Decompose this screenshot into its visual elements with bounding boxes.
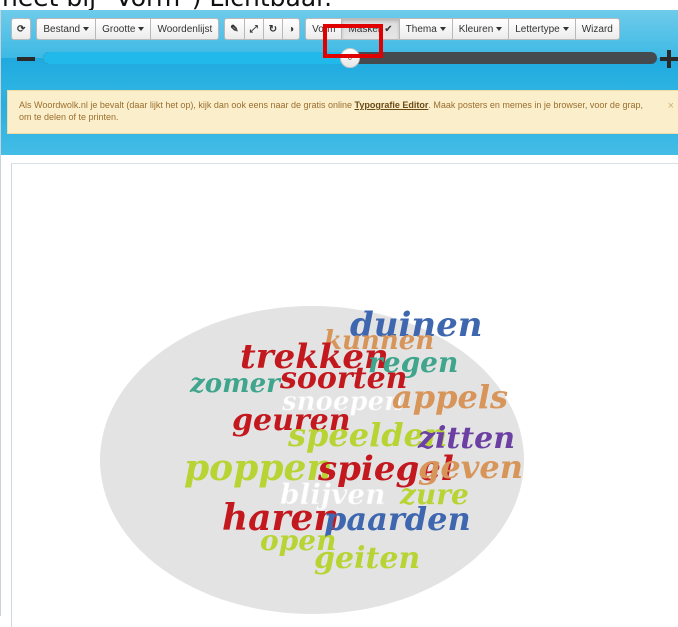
masker-toggle-button[interactable]: Masker ✔ bbox=[341, 18, 399, 40]
grootte-label: Grootte bbox=[102, 23, 136, 35]
app-frame: ⟳ Bestand Grootte Woordenlijst ✎ ⤢ ↻ ◑ V… bbox=[0, 10, 678, 627]
masker-label: Masker bbox=[348, 23, 382, 35]
kleuren-label: Kleuren bbox=[458, 23, 494, 35]
plus-icon[interactable] bbox=[660, 50, 678, 68]
size-slider-handle[interactable]: 0 bbox=[340, 48, 360, 68]
redo-button[interactable]: ↻ bbox=[262, 18, 283, 40]
cloud-word-appels: appels bbox=[392, 378, 508, 416]
wordcloud-canvas: duinen kunnen trekken regen zomer soorten snoe… bbox=[11, 163, 678, 627]
cloud-word-geiten: geiten bbox=[314, 541, 420, 576]
checkmark-icon: ✔ bbox=[384, 23, 393, 35]
close-icon[interactable]: × bbox=[668, 100, 674, 112]
eyedropper-icon: ✎ bbox=[230, 23, 239, 35]
refresh-button[interactable]: ⟳ bbox=[11, 18, 32, 40]
size-slider-fill bbox=[43, 52, 350, 64]
options-group: Vorm Masker ✔ Thema Kleuren Lettertype W… bbox=[305, 18, 620, 40]
cloud-word-paarden: paarden bbox=[324, 500, 471, 538]
wizard-label: Wizard bbox=[581, 23, 613, 35]
thema-dropdown[interactable]: Thema bbox=[398, 18, 452, 40]
size-slider-row: 0 bbox=[1, 46, 678, 72]
minus-icon[interactable] bbox=[17, 57, 35, 61]
toolbar: ⟳ Bestand Grootte Woordenlijst ✎ ⤢ ↻ ◑ V… bbox=[11, 17, 625, 41]
alert-text-before: Als Woordwolk.nl je bevalt (daar lijkt h… bbox=[19, 100, 355, 110]
woordenlijst-label: Woordenlijst bbox=[157, 23, 213, 35]
typografie-editor-link[interactable]: Typografie Editor bbox=[355, 100, 429, 110]
chevron-down-icon bbox=[439, 27, 446, 31]
chevron-down-icon bbox=[496, 27, 503, 31]
chevron-down-icon bbox=[83, 27, 90, 31]
refresh-group: ⟳ bbox=[11, 18, 32, 40]
refresh-icon: ⟳ bbox=[17, 23, 26, 35]
woordenlijst-button[interactable]: Woordenlijst bbox=[150, 18, 220, 40]
kleuren-dropdown[interactable]: Kleuren bbox=[451, 18, 509, 40]
wordcloud-svg: duinenkunnentrekkenregenzomer soortensnoe… bbox=[100, 305, 524, 614]
chevron-down-icon bbox=[138, 27, 145, 31]
contrast-icon: ◑ bbox=[288, 23, 295, 35]
bestand-label: Bestand bbox=[43, 23, 81, 35]
page-caption: heet bij "Vorm") Lichtbaar. bbox=[0, 0, 678, 10]
slider-value: 0 bbox=[348, 54, 352, 62]
file-group: Bestand Grootte Woordenlijst bbox=[36, 18, 220, 40]
redo-icon: ↻ bbox=[268, 23, 278, 35]
tools-group: ✎ ⤢ ↻ ◑ bbox=[224, 18, 301, 40]
expand-arrows-icon: ⤢ bbox=[249, 23, 258, 35]
lettertype-label: Lettertype bbox=[515, 23, 560, 35]
eyedropper-button[interactable]: ✎ bbox=[224, 18, 244, 40]
vorm-button[interactable]: Vorm bbox=[305, 18, 342, 40]
cloud-word-zomer: zomer bbox=[189, 369, 282, 399]
expand-button[interactable]: ⤢ bbox=[243, 18, 263, 40]
grootte-dropdown[interactable]: Grootte bbox=[95, 18, 151, 40]
lettertype-dropdown[interactable]: Lettertype bbox=[508, 18, 575, 40]
chevron-down-icon bbox=[562, 27, 569, 31]
info-alert: Als Woordwolk.nl je bevalt (daar lijkt h… bbox=[7, 90, 678, 134]
thema-label: Thema bbox=[405, 23, 437, 35]
header-band: ⟳ Bestand Grootte Woordenlijst ✎ ⤢ ↻ ◑ V… bbox=[1, 10, 678, 155]
vorm-label: Vorm bbox=[312, 23, 336, 35]
bestand-dropdown[interactable]: Bestand bbox=[36, 18, 96, 40]
wizard-button[interactable]: Wizard bbox=[574, 18, 620, 40]
contrast-button[interactable]: ◑ bbox=[282, 18, 301, 40]
